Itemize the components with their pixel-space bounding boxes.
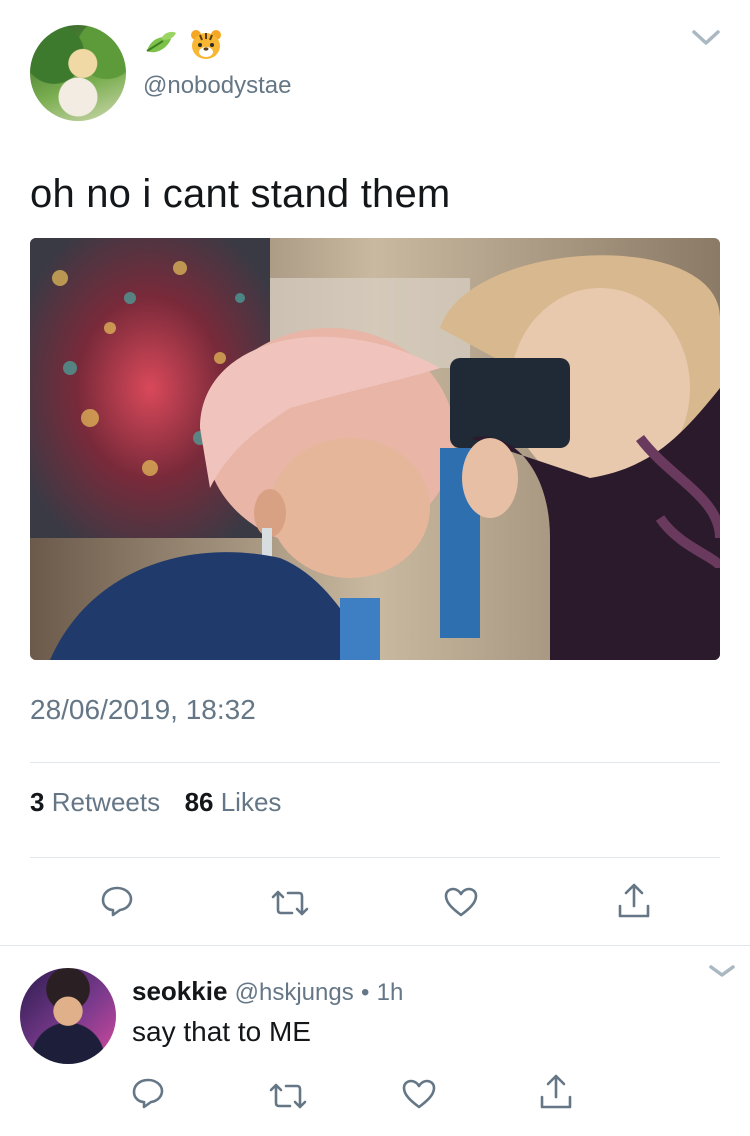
chevron-down-icon[interactable] [690,26,722,50]
reply-time: 1h [376,979,404,1006]
reply-icon[interactable] [100,884,134,918]
retweets-label: Retweets [51,787,161,817]
divider [30,762,720,763]
reply-reply-icon[interactable] [131,1076,165,1110]
retweets-stat[interactable]: 3 Retweets [30,787,167,817]
reply-share-icon[interactable] [538,1073,574,1111]
retweet-icon[interactable] [270,888,310,918]
author-username[interactable]: @nobodystae [143,72,291,100]
divider [30,857,720,858]
reply-separator: • [360,979,370,1006]
reply-header: seokkie @hskjungs • 1h [132,976,403,1007]
share-icon[interactable] [616,882,652,920]
tweet-stats: 3 Retweets 86 Likes [30,787,281,818]
likes-count: 86 [184,787,214,817]
tiger-face-icon [189,28,223,68]
tweet-text: oh no i cant stand them [30,172,451,216]
tweet-photo[interactable] [30,238,720,660]
reply-like-icon[interactable] [401,1078,437,1110]
reply-author-avatar[interactable] [20,968,116,1064]
likes-stat[interactable]: 86 Likes [185,787,282,817]
section-divider [0,945,750,946]
author-avatar[interactable] [30,25,126,121]
reply-author-handle[interactable]: @hskjungs [235,979,354,1006]
leaf-icon [143,29,179,67]
likes-label: Likes [220,787,282,817]
tweet-timestamp[interactable]: 28/06/2019, 18:32 [30,694,256,726]
retweets-count: 3 [30,787,45,817]
author-display-name[interactable] [143,28,223,68]
reply-author-name[interactable]: seokkie [132,976,227,1006]
reply-text: say that to ME [132,1016,311,1047]
like-icon[interactable] [443,886,479,918]
reply-retweet-icon[interactable] [268,1081,308,1111]
reply-chevron-down-icon[interactable] [708,962,736,980]
